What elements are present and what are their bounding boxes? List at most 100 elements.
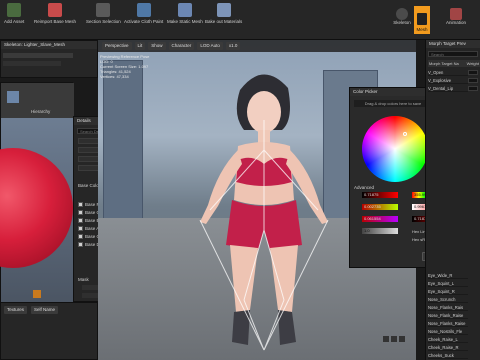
stat-line: Vertices: 47,334 (100, 74, 129, 79)
red-value[interactable]: 0.71875 (362, 192, 383, 198)
row-checkbox[interactable] (78, 241, 83, 247)
morph-row[interactable]: Nose_Flanks_Raise (428, 320, 468, 327)
morph-name: Cheek_Raise_L (428, 337, 458, 342)
morph-row[interactable]: Nose_Flanks_Rais (428, 304, 468, 311)
morph-weight-field[interactable] (468, 78, 478, 83)
row-label: Base C (85, 233, 99, 239)
bake-out-materials-button[interactable]: Bake out Materials (205, 3, 242, 37)
morph-target-panel: Morph Target Prev Morph Target Na Weight… (425, 40, 480, 360)
playback-controls (383, 336, 411, 348)
hierarchy-icon[interactable] (7, 91, 19, 103)
morph-name: Nose_Nostrils_Fle (428, 329, 463, 334)
col-weight[interactable]: Weight (467, 60, 479, 67)
character-mesh[interactable] (178, 60, 348, 360)
morph-name: V_Dental_Lip (428, 86, 454, 91)
static-mesh-icon (177, 3, 192, 17)
viewport-stats: Previewing Reference Pose LOD: 0 Current… (100, 54, 149, 79)
self-name-dropdown[interactable]: Self Name (31, 306, 59, 314)
make-static-mesh-button[interactable]: Make Static Mesh (167, 3, 203, 37)
morph-name: Nose_Scrunch (428, 297, 456, 302)
make-static-mesh-label: Make Static Mesh (167, 19, 203, 24)
skeleton-tab-label: Skeleton (393, 20, 411, 25)
skeleton-filter-label: Skeleton: Lighter_Slave_Mesh (1, 41, 97, 49)
add-asset-button[interactable]: Add Asset (4, 3, 24, 37)
advanced-section[interactable]: Advanced (354, 185, 374, 190)
morph-row[interactable]: Cheek_Raise_R (428, 344, 468, 351)
stop-icon[interactable] (391, 336, 397, 342)
add-asset-label: Add Asset (4, 19, 25, 24)
left-preview-panel: Hierarchy (0, 82, 74, 303)
morph-weight-field[interactable] (468, 86, 478, 91)
section-base-color[interactable]: Base Color (78, 183, 100, 188)
color-wheel[interactable] (362, 116, 428, 182)
row-label: Base A (85, 225, 99, 231)
left-tree-panel: Skeleton: Lighter_Slave_Mesh (0, 40, 98, 78)
section-mask[interactable]: Mask (78, 277, 89, 282)
show-button[interactable]: Show (148, 42, 166, 50)
section-selection-button[interactable]: Section Selection (86, 3, 121, 37)
hierarchy-toolbar: Hierarchy (1, 83, 74, 118)
content-browser-toolbar: Textures Self Name (1, 303, 97, 317)
morph-name: V_Open (428, 70, 444, 75)
preview-sphere (0, 148, 73, 268)
tree-row[interactable] (3, 61, 61, 66)
morph-row[interactable]: V_Open (428, 69, 468, 76)
row-checkbox[interactable] (78, 233, 83, 239)
tree-row[interactable] (3, 53, 73, 58)
morph-name: Nose_Flanks_Raise (428, 321, 466, 326)
morph-search-input[interactable] (428, 51, 478, 57)
green-value[interactable]: 0.002735 (362, 204, 383, 210)
cloth-paint-label: Activate Cloth Paint (124, 19, 164, 24)
color-save-drop-area[interactable]: Drag & drop colors here to save (354, 100, 432, 107)
editor-window: Add Asset Reimport Base Mesh Section Sel… (0, 0, 480, 360)
morph-name: Eye_Wide_R (428, 273, 453, 278)
morph-row[interactable]: Nose_Flank_Raise (428, 312, 468, 319)
animation-tab-label: Animation (445, 20, 466, 25)
tab-details[interactable]: Details (77, 117, 91, 125)
viewport-toolbar: Perspective Lit Show Character LOD Auto … (98, 40, 416, 52)
morph-target-title: Morph Target Prev (426, 40, 480, 48)
morph-row[interactable]: Eye_Wide_R (428, 272, 468, 279)
morph-row[interactable]: Cheek_Raise_L (428, 336, 468, 343)
textures-dropdown[interactable]: Textures (4, 306, 28, 314)
morph-weight-field[interactable] (468, 70, 478, 75)
row-checkbox[interactable] (78, 209, 83, 215)
blue-value[interactable]: 0.061554 (362, 216, 383, 222)
row-checkbox[interactable] (78, 225, 83, 231)
morph-row[interactable]: Cheeks_Suck (428, 352, 468, 359)
reimport-base-mesh-button[interactable]: Reimport Base Mesh (34, 3, 76, 37)
animation-tab[interactable]: Animation (434, 8, 478, 32)
morph-row[interactable]: Nose_Nostrils_Fle (428, 328, 468, 335)
orange-toggle[interactable] (33, 290, 41, 298)
speed-button[interactable]: x1.0 (225, 42, 241, 50)
background-building (103, 60, 143, 220)
col-morph-name[interactable]: Morph Target Na (429, 60, 459, 67)
morph-row[interactable]: Nose_Scrunch (428, 296, 468, 303)
animation-icon (450, 8, 462, 20)
row-label: Base B (85, 217, 99, 223)
morph-row[interactable]: Eye_Squint_R (428, 288, 468, 295)
row-checkbox[interactable] (78, 201, 83, 207)
main-toolbar: Add Asset Reimport Base Mesh Section Sel… (0, 0, 480, 40)
play-icon[interactable] (383, 336, 389, 342)
lit-button[interactable]: Lit (134, 42, 146, 50)
morph-row[interactable]: Eye_Squint_L (428, 280, 468, 287)
activate-cloth-paint-button[interactable]: Activate Cloth Paint (124, 3, 163, 37)
row-checkbox[interactable] (78, 217, 83, 223)
section-selection-label: Section Selection (86, 19, 121, 24)
bake-materials-label: Bake out Materials (205, 19, 243, 24)
character-button[interactable]: Character (168, 42, 195, 50)
lod-auto-button[interactable]: LOD Auto (197, 42, 223, 50)
morph-name: Nose_Flank_Raise (428, 313, 464, 318)
morph-row[interactable]: V_Explosive (428, 77, 468, 84)
morph-row[interactable]: V_Dental_Lip (428, 85, 468, 92)
skeleton-tab[interactable]: Skeleton (393, 8, 411, 32)
color-wheel-cursor[interactable] (403, 132, 407, 136)
perspective-button[interactable]: Perspective (102, 42, 132, 50)
skeleton-icon (396, 8, 408, 20)
alpha-value[interactable]: 1.0 (362, 228, 383, 234)
hierarchy-label: Hierarchy (31, 109, 51, 114)
row-label: Base G (85, 209, 99, 215)
loop-icon[interactable] (399, 336, 405, 342)
mesh-tab[interactable]: Mesh (414, 6, 430, 34)
